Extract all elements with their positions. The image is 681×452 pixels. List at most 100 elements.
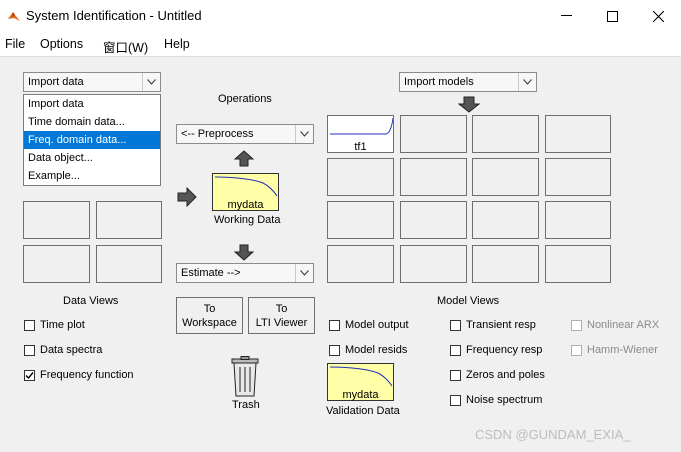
data-spectra-checkbox[interactable]: Data spectra — [24, 344, 102, 356]
model-board-cell[interactable] — [545, 158, 611, 196]
minimize-icon — [560, 15, 572, 16]
checkbox-box — [571, 344, 582, 356]
zeros-poles-label: Zeros and poles — [466, 369, 545, 381]
maximize-icon — [606, 10, 618, 22]
model-board-cell[interactable] — [545, 201, 611, 239]
trash-icon[interactable] — [230, 356, 260, 398]
time-plot-label: Time plot — [40, 319, 85, 331]
dropdown-option[interactable]: Import data — [24, 95, 160, 113]
matlab-logo-icon — [8, 12, 20, 21]
to-lti-line1: To — [275, 302, 288, 315]
dropdown-option[interactable]: Example... — [24, 167, 160, 185]
validation-data-label: Validation Data — [326, 405, 400, 417]
preprocess-label: <-- Preprocess — [181, 128, 254, 140]
model-board-cell[interactable] — [472, 201, 539, 239]
preprocess-select[interactable]: <-- Preprocess — [176, 124, 314, 144]
model-output-label: Model output — [345, 319, 409, 331]
checkbox-box — [571, 319, 582, 331]
checkbox-box — [24, 319, 35, 331]
menu-help[interactable]: Help — [164, 37, 190, 51]
minimize-button[interactable] — [543, 0, 589, 32]
hamm-wiener-label: Hamm-Wiener — [587, 344, 658, 356]
transient-resp-checkbox[interactable]: Transient resp — [450, 319, 536, 331]
model-board-cell[interactable] — [327, 245, 394, 283]
chevron-down-icon — [295, 264, 313, 282]
chevron-down-icon — [295, 125, 313, 143]
working-data-slot[interactable]: mydata — [212, 173, 279, 211]
to-lti-line2: LTI Viewer — [255, 316, 308, 329]
dropdown-option-selected[interactable]: Freq. domain data... — [24, 131, 160, 149]
arrow-down-icon — [234, 244, 254, 261]
close-icon — [652, 10, 664, 22]
frequency-resp-checkbox[interactable]: Frequency resp — [450, 344, 542, 356]
model-board-cell[interactable] — [545, 245, 611, 283]
trash-label: Trash — [232, 399, 260, 411]
model-board-cell-tf1[interactable]: tf1 — [327, 115, 394, 153]
estimate-label: Estimate --> — [181, 267, 241, 279]
transient-resp-label: Transient resp — [466, 319, 536, 331]
import-data-dropdown-list: Import data Time domain data... Freq. do… — [23, 94, 161, 186]
checkbox-box — [450, 369, 461, 381]
maximize-button[interactable] — [589, 0, 635, 32]
to-lti-viewer-button[interactable]: To LTI Viewer — [248, 297, 315, 334]
arrow-up-icon — [234, 150, 254, 167]
import-data-select[interactable]: Import data — [23, 72, 161, 92]
operations-title: Operations — [218, 93, 272, 105]
model-board-cell[interactable] — [327, 158, 394, 196]
model-tf1-curve — [330, 117, 393, 135]
chevron-down-icon — [518, 73, 536, 91]
model-resids-checkbox[interactable]: Model resids — [329, 344, 407, 356]
model-board-cell[interactable] — [400, 115, 467, 153]
checkbox-box — [24, 344, 35, 356]
checkbox-box — [450, 319, 461, 331]
model-board-cell[interactable] — [545, 115, 611, 153]
time-plot-checkbox[interactable]: Time plot — [24, 319, 85, 331]
frequency-function-label: Frequency function — [40, 369, 134, 381]
model-board-cell[interactable] — [472, 245, 539, 283]
checkbox-box — [450, 344, 461, 356]
menu-file[interactable]: File — [5, 37, 25, 51]
arrow-right-icon — [177, 187, 197, 207]
close-button[interactable] — [635, 0, 681, 32]
model-output-checkbox[interactable]: Model output — [329, 319, 409, 331]
model-board-cell[interactable] — [472, 115, 539, 153]
frequency-function-checkbox[interactable]: Frequency function — [24, 369, 134, 381]
working-data-label: Working Data — [214, 214, 281, 226]
data-spectra-label: Data spectra — [40, 344, 103, 356]
to-workspace-button[interactable]: To Workspace — [176, 297, 243, 334]
hamm-wiener-checkbox[interactable]: Hamm-Wiener — [571, 344, 658, 356]
checkbox-box — [329, 344, 340, 356]
chevron-down-icon — [142, 73, 160, 91]
model-board-cell[interactable] — [472, 158, 539, 196]
data-board-cell[interactable] — [96, 245, 162, 283]
validation-data-name: mydata — [342, 389, 379, 401]
import-models-label: Import models — [404, 76, 474, 88]
data-board-cell[interactable] — [23, 245, 90, 283]
model-board-cell[interactable] — [327, 201, 394, 239]
menu-bar: File Options 窗口(W) Help — [0, 32, 681, 56]
nonlinear-arx-checkbox[interactable]: Nonlinear ARX — [571, 319, 659, 331]
model-board-cell[interactable] — [400, 158, 467, 196]
validation-data-slot[interactable]: mydata — [327, 363, 394, 401]
dropdown-option[interactable]: Time domain data... — [24, 113, 160, 131]
working-data-name: mydata — [227, 199, 264, 211]
dropdown-option[interactable]: Data object... — [24, 149, 160, 167]
model-board-cell[interactable] — [400, 245, 467, 283]
estimate-select[interactable]: Estimate --> — [176, 263, 314, 283]
zeros-poles-checkbox[interactable]: Zeros and poles — [450, 369, 545, 381]
checkbox-box — [450, 394, 461, 406]
menu-options[interactable]: Options — [40, 37, 83, 51]
menu-window[interactable]: 窗口(W) — [103, 37, 148, 56]
data-board-cell[interactable] — [96, 201, 162, 239]
checkbox-box — [24, 369, 35, 381]
noise-spectrum-checkbox[interactable]: Noise spectrum — [450, 394, 542, 406]
to-workspace-line2: Workspace — [182, 316, 237, 329]
data-board-cell[interactable] — [23, 201, 90, 239]
import-models-select[interactable]: Import models — [399, 72, 537, 92]
checkmark-icon — [25, 371, 34, 379]
model-tf1-name: tf1 — [354, 141, 367, 153]
model-board-cell[interactable] — [400, 201, 467, 239]
arrow-down-icon — [458, 96, 480, 113]
frequency-resp-label: Frequency resp — [466, 344, 543, 356]
to-workspace-line1: To — [203, 302, 216, 315]
